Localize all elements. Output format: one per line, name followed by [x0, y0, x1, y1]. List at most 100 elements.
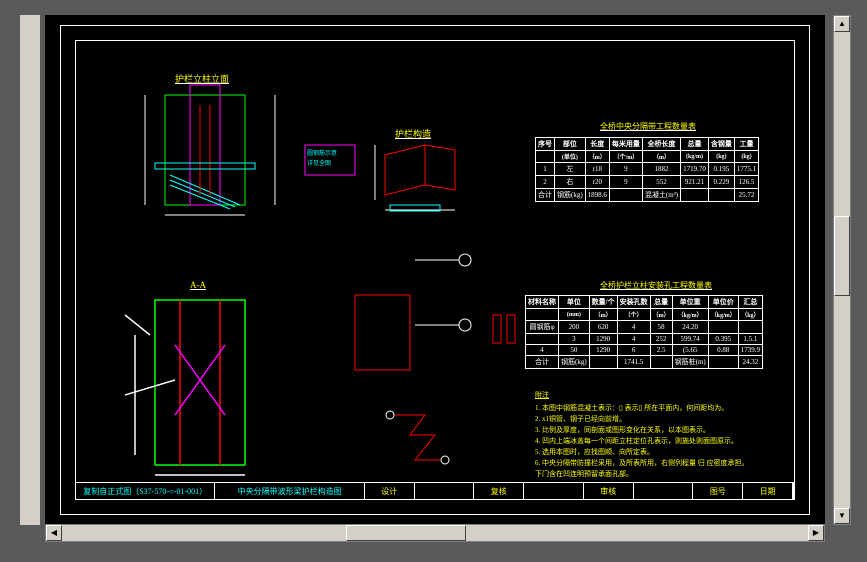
- table-cell: 58: [650, 321, 672, 334]
- table-cell: [681, 189, 709, 202]
- notes-item: 1. 本图中钢筋混凝土表示：▯ 表示▯ 所在平面内，何间距均为。: [535, 403, 749, 414]
- notes-item: 下门含在凹连明预留承面孔部。: [535, 469, 749, 480]
- table-cell: 圆钢筋φ: [526, 321, 559, 334]
- horizontal-scrollbar[interactable]: ◀ ▶: [45, 524, 825, 542]
- table-cell: 2.5: [650, 345, 672, 356]
- table-cell: 1.5.1: [738, 334, 762, 345]
- vertical-scrollbar[interactable]: ▲ ▼: [833, 15, 851, 525]
- table-cell: 1: [536, 163, 555, 176]
- table-cell: 1290: [589, 345, 617, 356]
- notes-item: 5. 选用本图时，应找图顺、向所定表。: [535, 447, 749, 458]
- notes-item: 4. 凹内上端冰盖每一个间距立柱定位孔表示，则施处则面图原示。: [535, 436, 749, 447]
- scroll-down-icon[interactable]: ▼: [834, 508, 850, 524]
- table-cell: 921.21: [681, 176, 709, 189]
- table-cell: 右: [555, 176, 586, 189]
- table-cell: 620: [589, 321, 617, 334]
- svg-text:圆钢筋示意: 圆钢筋示意: [307, 149, 337, 157]
- scroll-right-icon[interactable]: ▶: [808, 525, 824, 541]
- table-cell: 钢筋(kg): [555, 189, 586, 202]
- table-header: 含钢量: [708, 138, 734, 151]
- table-header-unit: (kg): [734, 151, 758, 163]
- table-cell: [708, 321, 738, 334]
- table-header-unit: （个/m）: [609, 151, 642, 163]
- table-cell: 4: [617, 334, 650, 345]
- table-header: 安装孔数: [617, 296, 650, 309]
- table1: 序号部位长度每米用量全桥长度总量含钢量工量(单位)（m）（个/m）（m）(kg/…: [535, 137, 759, 202]
- table-cell: 1290: [589, 334, 617, 345]
- table2: 材料名称单位数量/个安装孔数总量单位重单位价汇总(mm)（m）（个）（m）（kg…: [525, 295, 763, 369]
- table-cell: [738, 321, 762, 334]
- table-cell: 合计: [526, 356, 559, 369]
- table-cell: 552: [642, 176, 680, 189]
- table-header: 长度: [585, 138, 609, 151]
- table-cell: 6: [617, 345, 650, 356]
- table-cell: [708, 189, 734, 202]
- table-header: 总量: [650, 296, 672, 309]
- notes-item: 3. 比例及厚度，同剖面或图形变化在关系，以本图表示。: [535, 425, 749, 436]
- table-cell: r18: [585, 163, 609, 176]
- scroll-left-icon[interactable]: ◀: [46, 525, 62, 541]
- table-cell: 126.5: [734, 176, 758, 189]
- notes-item: 6. 中央分隔带防撞栏采用，及所表所用，右侧列程量 归 应密度承担。: [535, 458, 749, 469]
- table-cell: 1775.1: [734, 163, 758, 176]
- table-cell: 24.20: [672, 321, 708, 334]
- table-header-unit: （kg/m）: [672, 309, 708, 321]
- table-header-unit: （m）: [585, 151, 609, 163]
- notes-block: 附注 1. 本图中钢筋混凝土表示：▯ 表示▯ 所在平面内，何间距均为。 2. x…: [535, 390, 749, 480]
- table-cell: 24.32: [738, 356, 762, 369]
- table-cell: 4: [617, 321, 650, 334]
- table-cell: 1882: [642, 163, 680, 176]
- table-header-unit: （m）: [650, 309, 672, 321]
- table-cell: [609, 189, 642, 202]
- table-header-unit: (单位): [555, 151, 586, 163]
- cad-canvas[interactable]: 复制自正式图（S37-570-○-01-001） 中央分隔带波形梁护栏构造图 设…: [45, 15, 825, 525]
- table-header: 工量: [734, 138, 758, 151]
- table-cell: 0.195: [708, 163, 734, 176]
- table-cell: 左: [555, 163, 586, 176]
- table-cell: 0.395: [708, 334, 738, 345]
- table-header: 单位: [559, 296, 590, 309]
- table-header-unit: （个）: [617, 309, 650, 321]
- table-cell: 混凝土(m³): [642, 189, 680, 202]
- table-header: 材料名称: [526, 296, 559, 309]
- table-header: 单位重: [672, 296, 708, 309]
- table-cell: [589, 356, 617, 369]
- table-header-unit: (mm): [559, 309, 590, 321]
- table-cell: 钢筋桩(m): [672, 356, 708, 369]
- table-header: 汇总: [738, 296, 762, 309]
- table-cell: 25.72: [734, 189, 758, 202]
- scroll-thumb-h[interactable]: [346, 525, 466, 541]
- table-header: 部位: [555, 138, 586, 151]
- left-toolbar[interactable]: [20, 15, 40, 525]
- scroll-thumb-v[interactable]: [834, 216, 850, 296]
- table-cell: [526, 334, 559, 345]
- table2-title: 全桥护栏立柱安装孔工程数量表: [600, 280, 712, 291]
- table1-title: 全桥中央分隔带工程数量表: [600, 121, 696, 132]
- table-cell: 200: [559, 321, 590, 334]
- table-cell: 钢筋(kg): [559, 356, 590, 369]
- table-header: 全桥长度: [642, 138, 680, 151]
- table-header: 总量: [681, 138, 709, 151]
- table-header: 单位价: [708, 296, 738, 309]
- table-header-unit: [526, 309, 559, 321]
- svg-text:详见全图: 详见全图: [307, 159, 331, 167]
- table-header-unit: （m）: [642, 151, 680, 163]
- table-header-unit: （m）: [589, 309, 617, 321]
- table-cell: 1719.70: [681, 163, 709, 176]
- notes-title: 附注: [535, 390, 749, 401]
- table-cell: 9: [609, 176, 642, 189]
- notes-item: 2. x1铜管、钢子已经向前增。: [535, 414, 749, 425]
- table-header: 数量/个: [589, 296, 617, 309]
- table-cell: 合计: [536, 189, 555, 202]
- table-header-unit: (kg): [708, 151, 734, 163]
- table-cell: 599.74: [672, 334, 708, 345]
- table-header-unit: （kg）: [738, 309, 762, 321]
- table-cell: 3: [559, 334, 590, 345]
- scroll-up-icon[interactable]: ▲: [834, 16, 850, 32]
- table-cell: 1739.9: [738, 345, 762, 356]
- table-cell: 2: [536, 176, 555, 189]
- table-cell: [708, 356, 738, 369]
- table-cell: 252: [650, 334, 672, 345]
- table-cell: 1898.6: [585, 189, 609, 202]
- table-header: 每米用量: [609, 138, 642, 151]
